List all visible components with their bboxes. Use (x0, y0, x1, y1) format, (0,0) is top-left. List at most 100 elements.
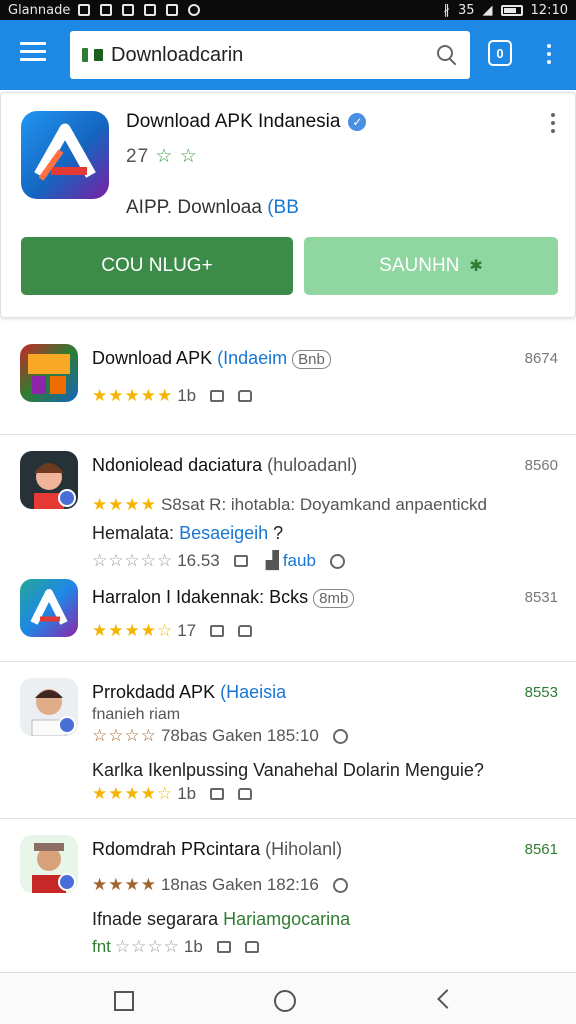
app-title-text: Prrokdadd APK (92, 682, 216, 702)
list-item[interactable]: Harralon I Idakennak: Bcks 8mb 8531 ★★★★… (0, 575, 576, 661)
app-title-text: Harralon I Idakennak: Bcks (92, 587, 309, 607)
tabs-count: 0 (496, 45, 504, 61)
clock-icon (332, 728, 348, 744)
shop-icon (210, 390, 225, 402)
desc-highlight: Hariamgocarina (223, 909, 351, 929)
recents-icon[interactable] (114, 991, 134, 1011)
app-size: 8531 (524, 589, 558, 606)
rating-row: fnt ☆☆☆☆ 1b (92, 937, 259, 957)
save-button[interactable]: SAUNHN ✱ (304, 237, 558, 295)
rating-text: 78bas Gaken 185:10 (160, 726, 319, 745)
shop-icon (210, 788, 225, 800)
star-rating-icon: ☆☆☆☆ (92, 726, 157, 745)
tabs-button[interactable]: 0 (488, 40, 512, 66)
rating-row: ★★★★☆ 1b (92, 784, 253, 804)
clock: 12:10 (530, 2, 568, 18)
shop-icon (210, 625, 225, 637)
notification-icon (122, 4, 135, 16)
app-thumbnail-icon (20, 678, 78, 736)
app-title-text: Rdomdrah PRcintara (92, 839, 261, 859)
rating-row: ★★★★★ 1b (92, 386, 253, 406)
verified-icon: ✓ (348, 113, 367, 131)
install-button[interactable]: COU NLUG+ (21, 237, 293, 295)
install-button-label: COU NLUG+ (101, 255, 213, 276)
rating-text: S8sat R: ihotabla: Doyamkand anpaentickd (160, 495, 487, 514)
featured-rating: 27 ☆ ☆ (126, 145, 198, 168)
app-description: Ifnade segarara Hariamgocarina (92, 909, 350, 930)
card-more-options-icon[interactable] (551, 113, 555, 137)
app-title: Download APK (Indaeim Bnb (92, 348, 331, 369)
list-item[interactable]: Download APK (Indaeim Bnb 8674 ★★★★★ 1b (0, 330, 576, 434)
app-size: 8561 (524, 841, 558, 858)
more-options-icon[interactable] (547, 44, 551, 68)
app-title-tag: (huloadanl) (267, 455, 358, 475)
app-logo-icon[interactable] (21, 111, 109, 199)
meta-text: 16.53 (177, 551, 220, 570)
desc-link[interactable]: Besaeigeih (179, 523, 268, 543)
clock-icon (329, 553, 345, 569)
rating-text: 17 (177, 621, 197, 640)
lock-icon (238, 788, 253, 800)
star-icon: ☆ (155, 146, 174, 167)
signal-icon: ◢ (482, 2, 493, 18)
app-title-text: Ndoniolead daciatura (92, 455, 263, 475)
rating-text: 1b (183, 937, 203, 956)
verified-badge-icon (58, 489, 76, 507)
size-chip: 8mb (313, 589, 355, 608)
size-chip: Bnb (292, 350, 331, 369)
meta-row: ☆☆☆☆☆ 16.53 ▟ faub (92, 551, 345, 571)
rating-text: 1b (177, 784, 197, 803)
search-bar[interactable]: Downloadcarin (70, 31, 470, 79)
carrier-name: Glannade (8, 2, 71, 18)
featured-subtitle-text: AIPP. Downloaa (126, 197, 262, 218)
app-thumbnail-icon (20, 579, 78, 637)
download-icon (82, 48, 103, 62)
featured-app-title[interactable]: Download APK Indanesia ✓ (126, 111, 367, 133)
app-thumbnail-icon (20, 835, 78, 893)
search-icon[interactable] (436, 44, 458, 66)
list-item[interactable]: Ndoniolead daciatura (huloadanl) 8560 ★★… (0, 435, 576, 575)
app-thumbnail-icon (20, 451, 78, 509)
search-input[interactable]: Downloadcarin (111, 44, 436, 67)
rating-text: 1b (177, 386, 197, 405)
list-item[interactable]: Rdomdrah PRcintara (Hiholanl) 8561 ★★★★ … (0, 819, 576, 969)
menu-icon[interactable] (20, 42, 46, 62)
star-rating-icon: ★★★★ (92, 875, 157, 894)
save-button-label: SAUNHN (379, 255, 460, 276)
app-title-region: (Haeisia (220, 682, 287, 702)
app-title: Rdomdrah PRcintara (Hiholanl) (92, 839, 342, 860)
verified-badge-icon (58, 873, 76, 891)
desc-text: Ifnade segarara (92, 909, 219, 929)
system-nav-bar (0, 972, 576, 1024)
lock-icon (244, 941, 259, 953)
star-rating-icon: ★★★★☆ (92, 621, 174, 640)
back-icon[interactable] (437, 989, 457, 1009)
featured-app-card: Download APK Indanesia ✓ 27 ☆ ☆ AIPP. Do… (0, 92, 576, 318)
app-title-tag: (Hiholanl) (265, 839, 343, 859)
shop-icon (233, 555, 248, 567)
featured-subtitle-highlight: (BB (267, 197, 299, 218)
desc-text: Hemalata: (92, 523, 175, 543)
featured-subtitle: AIPP. Downloaa (BB (126, 197, 299, 219)
clock-icon (332, 877, 348, 893)
app-title: Ndoniolead daciatura (huloadanl) (92, 455, 357, 476)
status-bar: Glannade ∦ 35 ◢ 12:10 (0, 0, 576, 20)
featured-rating-value: 27 (126, 146, 150, 167)
app-size: 8560 (524, 457, 558, 474)
star-icon: ✱ (469, 258, 483, 275)
star-icon: ☆ (179, 146, 198, 167)
rating-row: ★★★★☆ 17 (92, 621, 253, 641)
lock-icon (238, 625, 253, 637)
app-title-region: (Indaeim (217, 348, 288, 368)
app-title-text: Download APK (92, 348, 213, 368)
app-description: Hemalata: Besaeigeih ? (92, 523, 283, 544)
verified-badge-icon (58, 716, 76, 734)
star-rating-icon: ★★★★★ (92, 386, 174, 405)
list-item[interactable]: Prrokdadd APK (Haeisia 8553 fnanieh riam… (0, 662, 576, 818)
meta-link[interactable]: faub (283, 551, 316, 571)
home-icon[interactable] (274, 990, 296, 1012)
app-description: Karlka Ikenlpussing Vanahehal Dolarin Me… (92, 760, 484, 780)
sync-icon (188, 4, 201, 16)
rating-row: ★★★★ S8sat R: ihotabla: Doyamkand anpaen… (92, 495, 487, 515)
rating-text: 18nas Gaken 182:16 (160, 875, 319, 894)
